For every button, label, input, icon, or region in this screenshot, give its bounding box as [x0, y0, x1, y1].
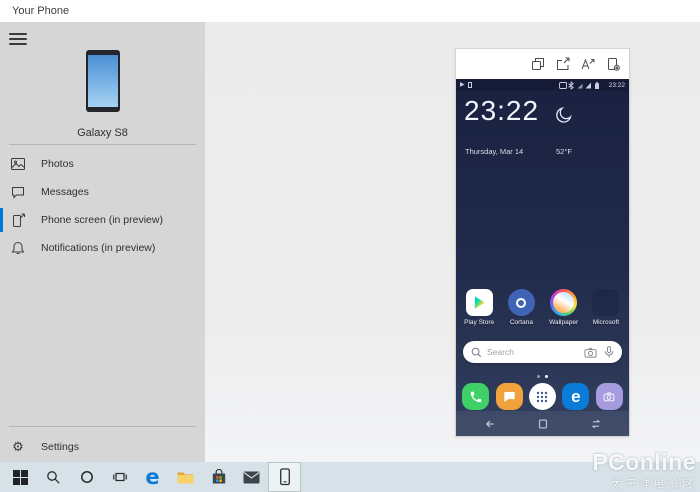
- nav-home-button[interactable]: [536, 417, 550, 431]
- weather-temperature: 52°F: [556, 147, 572, 156]
- task-view-icon: [112, 472, 127, 482]
- nav-back-button[interactable]: [482, 417, 496, 431]
- text-size-button[interactable]: [580, 56, 596, 72]
- menu-button[interactable]: [9, 32, 27, 46]
- app-drawer-icon[interactable]: [528, 383, 556, 410]
- messages-app-icon[interactable]: [495, 383, 523, 410]
- sidebar-item-settings[interactable]: ⚙ Settings: [0, 433, 205, 461]
- dock: e: [459, 383, 626, 410]
- sidebar-item-messages[interactable]: Messages: [0, 178, 205, 206]
- status-app-icon: [467, 82, 472, 88]
- status-time: 23:22: [608, 81, 625, 89]
- cortana-icon: [507, 289, 535, 316]
- cortana-circle-icon: [80, 471, 93, 483]
- search-bar[interactable]: Search: [463, 341, 622, 363]
- microsoft-folder-icon: [592, 289, 620, 316]
- taskbar-search-button[interactable]: [37, 462, 70, 492]
- sidebar-item-photos[interactable]: Photos: [0, 150, 205, 178]
- taskbar-mail-button[interactable]: [235, 462, 268, 492]
- mirrored-phone-screen[interactable]: ▶ 23:22 23:22 Thursday, Mar 14 52°F Play…: [456, 79, 629, 436]
- taskbar-store-button[interactable]: [202, 462, 235, 492]
- android-nav-bar: [456, 411, 629, 436]
- open-app-window-button[interactable]: [555, 56, 571, 72]
- device-name: Galaxy S8: [77, 127, 128, 139]
- taskbar-your-phone-button[interactable]: [268, 462, 301, 492]
- gear-icon: ⚙: [12, 439, 24, 455]
- phone-mirror-window: ▶ 23:22 23:22 Thursday, Mar 14 52°F Play…: [455, 48, 630, 437]
- app-microsoft-folder[interactable]: Microsoft: [587, 289, 625, 326]
- device-card: Galaxy S8: [0, 50, 205, 139]
- start-button[interactable]: [4, 462, 37, 492]
- app-wallpaper[interactable]: Wallpaper: [545, 289, 583, 326]
- notifications-icon: [10, 240, 26, 256]
- taskbar-edge-button[interactable]: e: [136, 462, 169, 492]
- play-store-icon: [465, 289, 493, 316]
- magnifier-icon: [471, 347, 482, 357]
- windows-taskbar: e: [0, 462, 700, 492]
- crescent-moon-icon: [554, 105, 574, 130]
- clock-date: Thursday, Mar 14: [465, 147, 524, 156]
- sidebar-item-phone-screen[interactable]: Phone screen (in preview): [0, 206, 205, 234]
- task-view-button[interactable]: [103, 462, 136, 492]
- home-page-indicator: [456, 375, 629, 378]
- clock-time: 23:22: [464, 95, 540, 126]
- wallpaper-icon: [550, 289, 578, 316]
- taskbar-cortana-button[interactable]: [70, 462, 103, 492]
- titlebar: Your Phone: [0, 0, 700, 22]
- camera-icon[interactable]: [584, 347, 597, 358]
- edge-icon: e: [145, 464, 160, 489]
- phone-status-bar: ▶ 23:22: [456, 79, 629, 91]
- your-phone-app-window: Your Phone Galaxy S8 Photos Messages Pho…: [0, 0, 700, 492]
- camera-app-icon[interactable]: [595, 383, 623, 410]
- sidebar: Galaxy S8 Photos Messages Phone screen (…: [0, 22, 205, 462]
- mail-icon: [243, 471, 260, 483]
- sidebar-divider: [9, 426, 196, 427]
- microsoft-store-icon: [212, 469, 225, 484]
- microphone-icon[interactable]: [604, 346, 614, 358]
- status-icons: [558, 80, 599, 90]
- app-cortana[interactable]: Cortana: [502, 289, 540, 326]
- sidebar-nav: Photos Messages Phone screen (in preview…: [0, 150, 205, 262]
- screenshot-button[interactable]: [530, 56, 546, 72]
- sidebar-divider: [9, 144, 196, 145]
- mirror-toolbar: [456, 49, 629, 79]
- messages-icon: [10, 184, 26, 200]
- phone-screen-icon: [10, 212, 26, 228]
- home-apps-row: Play Store Cortana Wallpaper Microsoft: [458, 289, 627, 326]
- your-phone-icon: [280, 468, 290, 486]
- search-placeholder: Search: [487, 347, 514, 357]
- sidebar-item-notifications[interactable]: Notifications (in preview): [0, 234, 205, 262]
- playing-media-icon: ▶: [460, 81, 465, 88]
- taskbar-file-explorer-button[interactable]: [169, 462, 202, 492]
- device-thumbnail: [85, 50, 120, 112]
- folder-icon: [177, 472, 194, 483]
- device-settings-button[interactable]: [605, 56, 621, 72]
- search-icon: [47, 470, 60, 484]
- nav-recents-button[interactable]: [589, 417, 603, 431]
- phone-app-icon[interactable]: [462, 383, 490, 410]
- main-content: ▶ 23:22 23:22 Thursday, Mar 14 52°F Play…: [205, 22, 700, 462]
- app-title: Your Phone: [12, 5, 70, 17]
- windows-logo-icon: [13, 469, 28, 485]
- photos-icon: [10, 156, 26, 172]
- edge-app-icon[interactable]: e: [562, 383, 590, 410]
- app-play-store[interactable]: Play Store: [460, 289, 498, 326]
